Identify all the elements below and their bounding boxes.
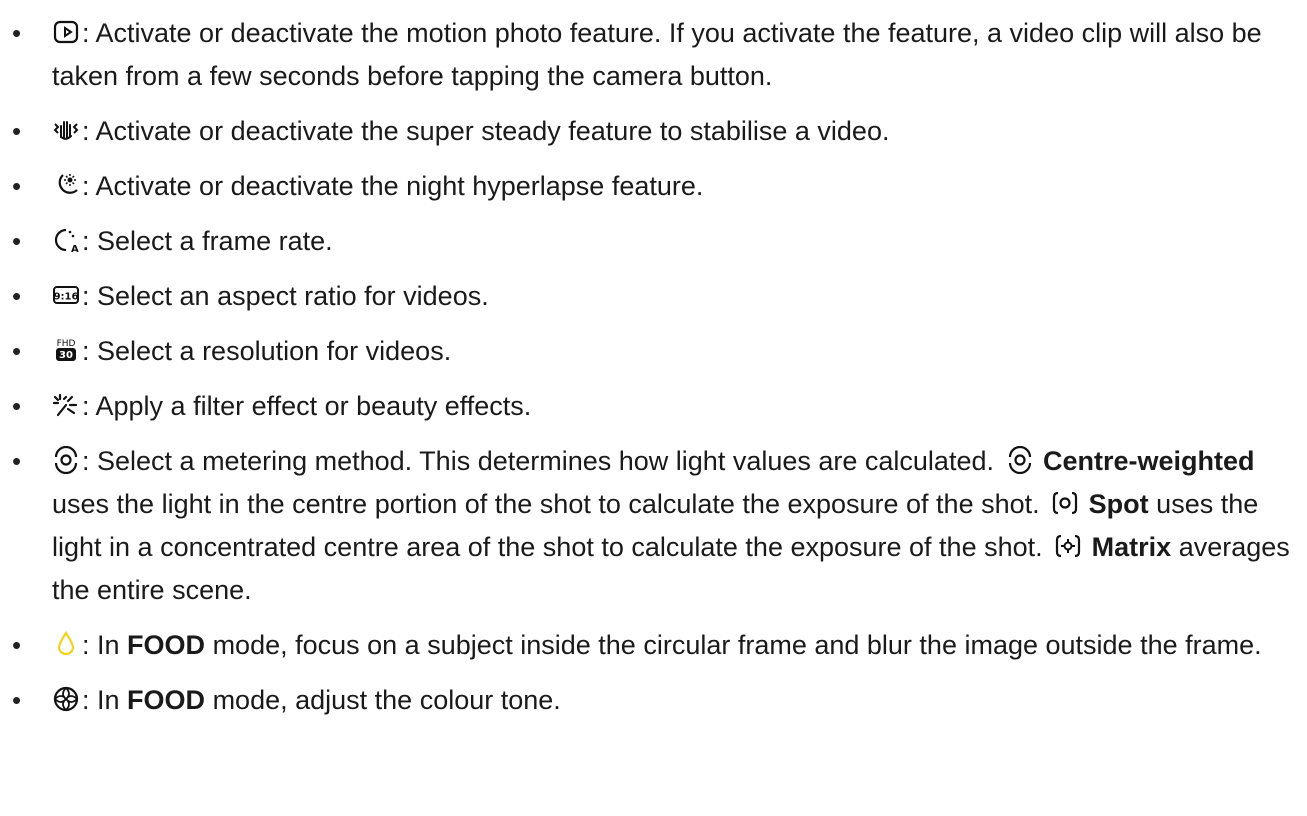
bullet: • <box>12 116 22 146</box>
item-text: : Activate or deactivate the super stead… <box>82 116 890 146</box>
item-text: : Activate or deactivate the night hyper… <box>82 171 704 201</box>
bullet: • <box>12 630 22 660</box>
list-item: • A : Select a frame rate. <box>0 220 1307 263</box>
list-item: • : In FOOD mode, focus on a subject ins… <box>0 624 1307 667</box>
item-text: mode, adjust the colour tone. <box>212 685 561 715</box>
list-item: • : Apply a filter effect or beauty effe… <box>0 385 1307 428</box>
item-text: : Select a resolution for videos. <box>82 336 452 366</box>
resolution-icon: FHD 30 <box>52 336 80 364</box>
super-steady-icon <box>52 116 80 144</box>
aspect-ratio-icon: 9:16 <box>52 281 80 309</box>
list-item: • : Activate or deactivate the super ste… <box>0 110 1307 153</box>
svg-text:9:16: 9:16 <box>54 291 79 302</box>
bullet: • <box>12 226 22 256</box>
item-text: : Apply a filter effect or beauty effect… <box>82 391 532 421</box>
food-mode-label: FOOD <box>127 685 206 715</box>
item-text: mode, focus on a subject inside the circ… <box>212 630 1262 660</box>
food-focus-icon <box>52 630 80 658</box>
night-hyperlapse-icon <box>52 171 80 199</box>
svg-text:FHD: FHD <box>57 339 76 349</box>
centre-weighted-label: Centre-weighted <box>1043 446 1255 476</box>
bullet: • <box>12 336 22 366</box>
motion-photo-icon <box>52 18 80 46</box>
list-item: • : Activate or deactivate the night hyp… <box>0 165 1307 208</box>
centre-weighted-icon <box>1006 445 1034 474</box>
item-text: : Activate or deactivate the motion phot… <box>52 18 1262 91</box>
food-mode-label: FOOD <box>127 630 206 660</box>
item-text: : Select a metering method. This determi… <box>82 446 994 476</box>
spot-icon <box>1051 489 1079 517</box>
bullet: • <box>12 685 22 715</box>
item-prefix: : In <box>82 685 120 715</box>
item-text: : Select a frame rate. <box>82 226 333 256</box>
item-prefix: : In <box>82 630 120 660</box>
metering-icon <box>52 445 80 474</box>
list-item: • FHD 30 : Select a resolution for videos… <box>0 330 1307 373</box>
bullet: • <box>12 391 22 421</box>
svg-text:30: 30 <box>59 350 73 361</box>
bullet: • <box>12 171 22 201</box>
frame-rate-icon: A <box>52 226 80 254</box>
bullet: • <box>12 446 22 476</box>
bullet: • <box>12 281 22 311</box>
svg-text:A: A <box>71 244 79 254</box>
matrix-icon <box>1054 532 1082 560</box>
filter-effect-icon <box>52 391 80 419</box>
matrix-label: Matrix <box>1091 532 1172 562</box>
list-item: • : In FOOD mode, adjust the colour tone… <box>0 679 1307 722</box>
bullet: • <box>12 18 22 48</box>
list-item: • 9:16 : Select an aspect ratio for vide… <box>0 275 1307 318</box>
list-item: • : Select a metering method. This deter… <box>0 440 1307 612</box>
colour-tone-icon <box>52 685 80 713</box>
centre-weighted-text: uses the light in the centre portion of … <box>52 489 1040 519</box>
feature-list: • : Activate or deactivate the motion ph… <box>0 0 1307 722</box>
spot-label: Spot <box>1088 489 1149 519</box>
list-item: • : Activate or deactivate the motion ph… <box>0 12 1307 98</box>
item-text: : Select an aspect ratio for videos. <box>82 281 489 311</box>
